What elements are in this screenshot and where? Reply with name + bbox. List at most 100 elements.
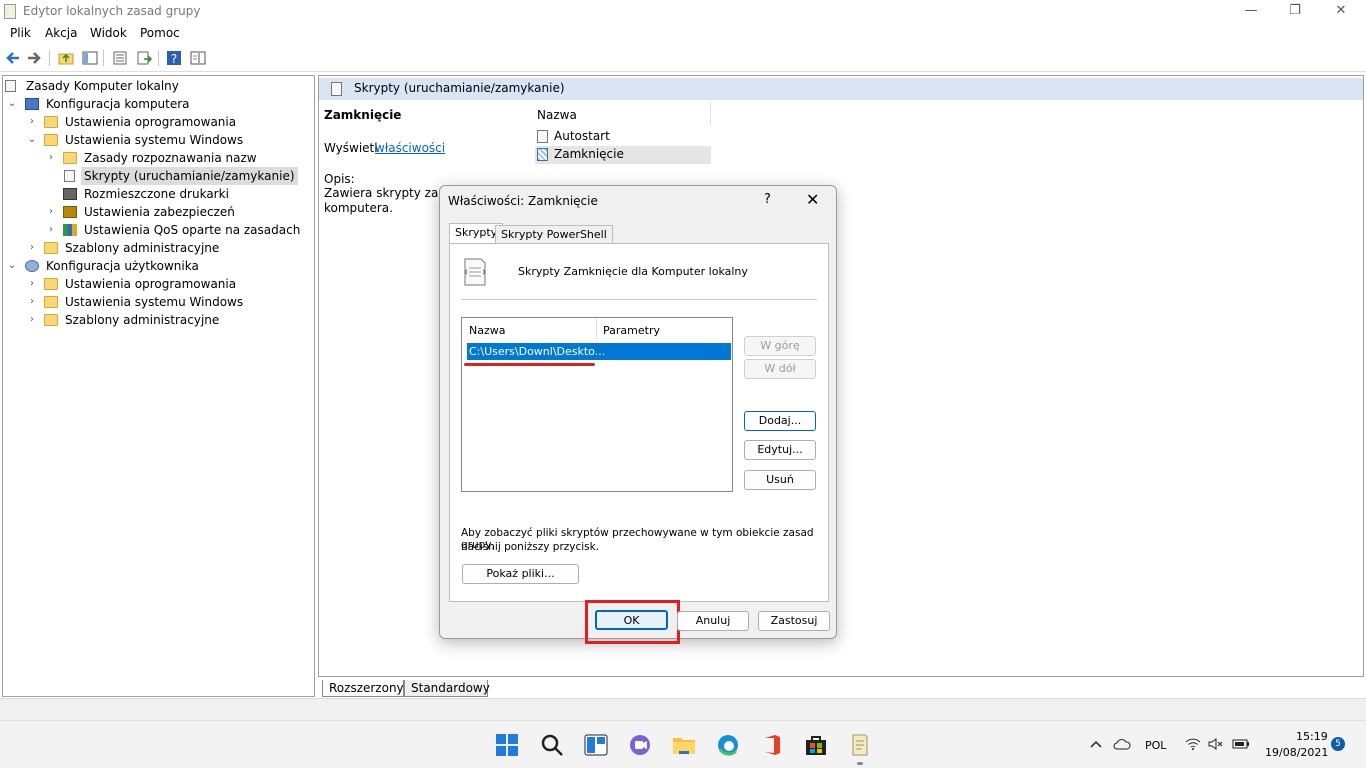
- menu-bar: Plik Akcja Widok Pomoc: [0, 24, 1366, 44]
- scripts-list[interactable]: Nazwa Parametry C:\Users\Downl\Deskto...: [461, 317, 733, 492]
- toolbar: ?: [0, 46, 1366, 72]
- scripts-tab-panel: Skrypty Zamknięcie dla Komputer lokalny …: [449, 243, 829, 602]
- move-up-button[interactable]: W górę: [744, 336, 816, 356]
- battery-icon[interactable]: [1232, 737, 1250, 751]
- chevron-right-icon[interactable]: ›: [46, 149, 56, 167]
- start-windows-icon[interactable]: [495, 733, 519, 757]
- forward-arrow-icon[interactable]: [26, 50, 42, 66]
- script-icon: [537, 148, 548, 161]
- description-text: Zawiera skrypty zamy: [324, 186, 458, 200]
- folder-icon: [44, 134, 58, 146]
- group-policy-editor-icon[interactable]: [848, 733, 872, 757]
- description-text-2: komputera.: [324, 201, 393, 215]
- folder-icon: [44, 278, 58, 290]
- onedrive-cloud-icon[interactable]: [1113, 737, 1131, 751]
- toolbar-separator: [103, 50, 104, 66]
- move-down-button[interactable]: W dół: [744, 359, 816, 379]
- action-pane-icon[interactable]: [190, 50, 206, 66]
- search-icon[interactable]: [540, 733, 564, 757]
- chevron-right-icon[interactable]: ›: [27, 113, 37, 131]
- script-icon: [64, 170, 75, 182]
- menu-widok[interactable]: Widok: [90, 26, 127, 40]
- language-indicator[interactable]: POL: [1145, 739, 1166, 752]
- remove-button[interactable]: Usuń: [744, 470, 816, 490]
- red-underline-annotation: [464, 363, 595, 366]
- menu-akcja[interactable]: Akcja: [45, 26, 77, 40]
- list-item-shutdown[interactable]: Zamknięcie: [535, 146, 711, 164]
- clock-time[interactable]: 15:19: [1296, 730, 1328, 743]
- script-row-selected[interactable]: C:\Users\Downl\Deskto...: [467, 343, 731, 360]
- wifi-icon[interactable]: [1185, 737, 1201, 751]
- clock-date[interactable]: 19/08/2021: [1265, 746, 1328, 759]
- apply-button[interactable]: Zastosuj: [758, 611, 830, 631]
- dialog-title: Właściwości: Zamknięcie: [448, 194, 598, 208]
- status-bar: [0, 698, 1366, 720]
- chevron-right-icon[interactable]: ›: [46, 221, 56, 239]
- help-button[interactable]: ?: [764, 192, 771, 207]
- chevron-up-icon[interactable]: [1090, 739, 1102, 749]
- back-arrow-icon[interactable]: [5, 50, 21, 66]
- show-hide-tree-icon[interactable]: [82, 50, 98, 66]
- column-header-name[interactable]: Nazwa: [469, 324, 505, 337]
- menu-pomoc[interactable]: Pomoc: [140, 26, 180, 40]
- svg-text:?: ?: [171, 52, 177, 66]
- script-icon: [331, 82, 342, 96]
- store-icon[interactable]: [804, 733, 828, 757]
- close-button[interactable]: ✕: [1318, 0, 1364, 24]
- chevron-right-icon[interactable]: ›: [27, 275, 37, 293]
- script-document-icon: [464, 258, 486, 286]
- policy-document-icon: [5, 80, 16, 92]
- add-button[interactable]: Dodaj...: [744, 411, 816, 431]
- chevron-down-icon[interactable]: ⌄: [7, 95, 17, 113]
- info-text-line2: naciśnij poniższy przycisk.: [461, 541, 600, 553]
- tab-powershell-scripts[interactable]: Skrypty PowerShell: [495, 225, 613, 245]
- running-app-indicator: [857, 762, 863, 765]
- list-item-autostart[interactable]: Autostart: [535, 128, 711, 146]
- file-explorer-icon[interactable]: [672, 733, 696, 757]
- chevron-right-icon[interactable]: ›: [27, 239, 37, 257]
- up-folder-icon[interactable]: [58, 50, 74, 66]
- security-icon: [63, 206, 77, 218]
- toolbar-separator: [158, 50, 159, 66]
- ok-button[interactable]: OK: [595, 610, 668, 630]
- column-header-name[interactable]: Nazwa: [537, 108, 577, 122]
- details-header-title: Skrypty (uruchamianie/zamykanie): [354, 81, 565, 95]
- chevron-right-icon[interactable]: ›: [46, 203, 56, 221]
- properties-link[interactable]: właściwości: [375, 141, 445, 155]
- teams-chat-icon[interactable]: [628, 733, 652, 757]
- computer-icon: [25, 98, 39, 110]
- maximize-button[interactable]: ❐: [1272, 0, 1318, 24]
- tab-extended[interactable]: Rozszerzony: [322, 680, 404, 697]
- column-header-parameters[interactable]: Parametry: [603, 324, 660, 337]
- qos-chart-icon: [63, 224, 77, 236]
- cancel-button[interactable]: Anuluj: [677, 611, 749, 631]
- folder-icon: [44, 116, 58, 128]
- notification-badge[interactable]: 5: [1331, 737, 1345, 751]
- office-icon[interactable]: [760, 733, 784, 757]
- tab-standard[interactable]: Standardowy: [404, 680, 490, 697]
- description-label: Opis:: [324, 172, 355, 186]
- task-view-icon[interactable]: [584, 733, 608, 757]
- view-tabs: Rozszerzony Standardowy: [318, 678, 1364, 698]
- details-header: Skrypty (uruchamianie/zamykanie): [319, 78, 1363, 100]
- chevron-right-icon[interactable]: ›: [27, 293, 37, 311]
- menu-plik[interactable]: Plik: [10, 26, 31, 40]
- app-icon: [4, 4, 16, 19]
- minimize-button[interactable]: —: [1228, 0, 1274, 24]
- properties-list-icon[interactable]: [112, 50, 128, 66]
- edge-browser-icon[interactable]: [716, 733, 740, 757]
- edit-button[interactable]: Edytuj...: [744, 440, 816, 460]
- column-divider: [596, 318, 597, 340]
- chevron-down-icon[interactable]: ⌄: [7, 257, 17, 275]
- chevron-right-icon[interactable]: ›: [27, 311, 37, 329]
- export-list-icon[interactable]: [136, 50, 152, 66]
- user-icon: [25, 260, 39, 272]
- chevron-down-icon[interactable]: ⌄: [27, 131, 37, 149]
- scripts-header-text: Skrypty Zamknięcie dla Komputer lokalny: [518, 265, 748, 278]
- divider: [461, 299, 817, 300]
- dialog-close-button[interactable]: ✕: [806, 190, 819, 209]
- properties-dialog: Właściwości: Zamknięcie ? ✕ Skrypty Skry…: [439, 185, 837, 644]
- help-icon[interactable]: ?: [166, 50, 182, 66]
- volume-muted-icon[interactable]: [1208, 737, 1224, 751]
- show-files-button[interactable]: Pokaż pliki...: [462, 564, 579, 584]
